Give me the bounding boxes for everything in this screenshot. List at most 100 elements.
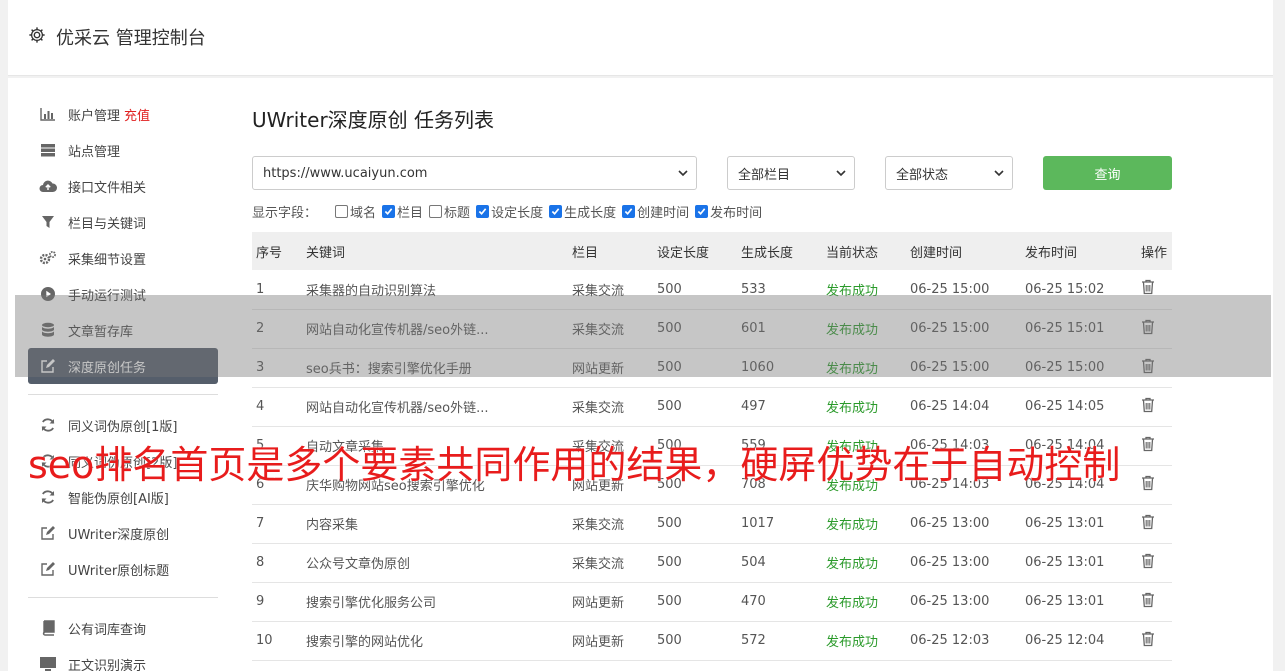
checkbox-checked-icon [476,204,490,218]
table-cell: 06-25 13:01 [1025,555,1105,570]
site-select[interactable]: https://www.ucaiyun.com [252,156,697,190]
chevron-down-icon [678,167,688,177]
table-cell: 06-25 12:03 [910,633,990,648]
table-cell: 06-25 14:05 [1025,399,1105,414]
field-checkbox[interactable]: 创建时间 [622,202,689,221]
table-cell: 公众号文章伪原创 [306,557,411,572]
trash-icon[interactable] [1141,475,1155,495]
action-cell [1137,543,1172,582]
field-checkbox[interactable]: 域名 [335,202,376,221]
table-cell: 572 [741,633,766,648]
sidebar-item[interactable]: UWriter原创标题 [28,551,218,587]
gears-icon [38,250,58,266]
sidebar-item-label: 公有词库查询 [68,622,147,638]
trash-icon[interactable] [1141,514,1155,534]
field-checkbox-label: 发布时间 [710,205,763,221]
column-header: 发布时间 [1025,245,1078,261]
table-cell: 搜索引擎的网站优化 [306,635,424,650]
field-checkbox[interactable]: 标题 [429,202,470,221]
sidebar: 账户管理 充值 站点管理 接口文件相关 栏目与关键词 采集细节设置 手动运行测试 文章暂存库深… [28,96,218,671]
table-cell: 采集交流 [572,518,625,533]
overlay-caption: seo排名首页是多个要素共同作用的结果，硬屏优势在于自动控制 [28,443,1121,487]
column-header: 设定长度 [657,245,710,261]
sidebar-item[interactable]: 接口文件相关 [28,168,218,204]
status-select[interactable]: 全部状态 [885,156,1013,190]
app-title: 优采云 管理控制台 [56,28,206,49]
chevron-down-icon [836,167,846,177]
column-header: 序号 [256,245,283,261]
page-title: UWriter深度原创 任务列表 [252,108,495,132]
table-cell: 8 [256,555,265,570]
table-cell: 470 [741,594,766,609]
table-cell: 发布成功 [826,401,879,416]
bar-chart-icon [38,106,58,122]
column-header: 创建时间 [910,245,963,261]
sidebar-item-label: 账户管理 [68,108,121,124]
query-button[interactable]: 查询 [1043,156,1172,190]
trash-icon[interactable] [1141,436,1155,456]
trash-icon[interactable] [1141,631,1155,651]
table-cell: 06-25 14:04 [910,399,990,414]
field-checkbox[interactable]: 发布时间 [695,202,762,221]
filter-bar: https://www.ucaiyun.com 全部栏目 全部状态 查询 [252,156,1172,190]
field-checkbox[interactable]: 栏目 [382,202,423,221]
table-cell: 网站自动化宣传机器/seo外链... [306,401,489,416]
table-cell: 1017 [741,516,775,531]
table-cell: 06-25 13:00 [910,594,990,609]
table-cell: 7 [256,516,265,531]
sidebar-item-label: 正文识别演示 [68,658,147,671]
column-select[interactable]: 全部栏目 [727,156,855,190]
server-icon [38,142,58,158]
table-cell: 发布成功 [826,596,879,611]
table-cell: 采集交流 [572,401,625,416]
column-header: 当前状态 [826,245,879,261]
checkbox-checked-icon [549,204,563,218]
display-fields-label: 显示字段： [252,205,318,221]
action-cell [1137,426,1172,465]
table-row: 7 内容采集 采集交流 500 1017 发布成功 06-25 13:00 06-25 13:… [252,504,1172,543]
column-header: 操作 [1141,245,1168,261]
field-checkbox[interactable]: 生成长度 [549,202,616,221]
refresh-icon [38,417,58,433]
field-checkbox[interactable]: 设定长度 [476,202,543,221]
table-cell: 网站更新 [572,635,625,650]
status-select-value: 全部状态 [896,167,949,183]
action-cell [1137,621,1172,660]
display-fields: 显示字段： 域名 栏目 标题 设定长度 生成长度 创建时间 发布时间 [252,202,768,221]
table-cell: 500 [657,633,682,648]
sidebar-item[interactable]: 账户管理 充值 [28,96,218,132]
action-cell [1137,387,1172,426]
sidebar-item[interactable]: 站点管理 [28,132,218,168]
table-cell: 500 [657,594,682,609]
site-select-value: https://www.ucaiyun.com [263,165,428,181]
column-header: 生成长度 [741,245,794,261]
sidebar-item[interactable]: 正文识别演示 [28,646,218,671]
sidebar-item-label: 同义词伪原创[1版] [68,419,178,435]
sidebar-divider [28,394,218,395]
column-header: 关键词 [306,245,346,261]
sidebar-item[interactable]: 栏目与关键词 [28,204,218,240]
recharge-link[interactable]: 充值 [124,105,150,124]
checkbox-unchecked-icon [335,204,349,218]
checkbox-checked-icon [382,204,396,218]
table-cell: 06-25 13:00 [910,516,990,531]
trash-icon[interactable] [1141,553,1155,573]
overlay-band [15,295,1271,377]
sidebar-item[interactable]: 采集细节设置 [28,240,218,276]
action-cell [1137,465,1172,504]
book-icon [38,620,58,636]
header-title: 优采云 管理控制台 [28,24,206,50]
trash-icon[interactable] [1141,592,1155,612]
checkbox-checked-icon [695,204,709,218]
sidebar-item[interactable]: 公有词库查询 [28,610,218,646]
sidebar-item[interactable]: UWriter深度原创 [28,515,218,551]
checkbox-checked-icon [622,204,636,218]
action-cell [1137,504,1172,543]
table-cell: 发布成功 [826,518,879,533]
sidebar-item-label: 站点管理 [68,144,121,160]
action-cell [1137,582,1172,621]
table-cell: 采集交流 [572,557,625,572]
trash-icon[interactable] [1141,397,1155,417]
top-header: 优采云 管理控制台 [8,0,1273,76]
sidebar-item-label: UWriter原创标题 [68,563,170,579]
